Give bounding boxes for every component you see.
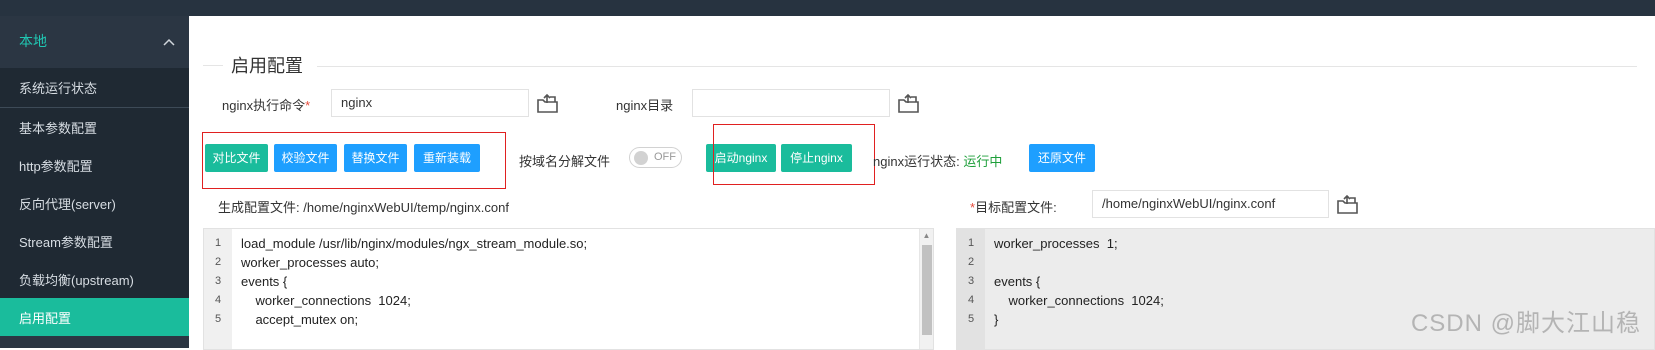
nginx-cmd-input[interactable]: nginx <box>331 89 529 117</box>
code-line: worker_processes auto; <box>232 253 933 272</box>
required-mark: * <box>305 98 310 113</box>
folder-upload-icon[interactable] <box>897 91 921 115</box>
restore-file-button[interactable]: 还原文件 <box>1029 144 1095 172</box>
toggle-knob <box>634 151 648 165</box>
code-line: accept_mutex on; <box>232 310 933 329</box>
folder-upload-icon[interactable] <box>1336 192 1360 216</box>
code-line: load_module /usr/lib/nginx/modules/ngx_s… <box>232 234 933 253</box>
divider <box>203 65 223 66</box>
line-number: 1 <box>957 234 985 253</box>
sidebar-item-label: Stream参数配置 <box>19 232 113 251</box>
sidebar-group-local[interactable]: 本地 <box>0 16 189 66</box>
sidebar-item-basic-params[interactable]: 基本参数配置 <box>0 108 189 146</box>
line-number-gutter: 1 2 3 4 5 <box>957 229 985 349</box>
section-legend: 启用配置 <box>203 52 303 78</box>
nginx-dir-input[interactable] <box>692 89 890 117</box>
sidebar-item-label: 反向代理(server) <box>19 194 116 213</box>
sidebar-item-label: 系统运行状态 <box>19 78 97 97</box>
code-line: events { <box>985 272 1654 291</box>
sidebar-item-apply-config[interactable]: 启用配置 <box>0 298 189 336</box>
sidebar-group-label: 本地 <box>19 31 47 51</box>
vertical-scrollbar[interactable]: ▲ <box>919 229 933 349</box>
line-number-gutter: 1 2 3 4 5 <box>204 229 232 349</box>
sidebar-item-reverse-proxy[interactable]: 反向代理(server) <box>0 184 189 222</box>
sidebar-item-label: 启用配置 <box>19 308 71 327</box>
watermark: CSDN @脚大江山稳 <box>1411 303 1641 338</box>
sidebar-item-label: 基本参数配置 <box>19 118 97 137</box>
sidebar-item-http-params[interactable]: http参数配置 <box>0 146 189 184</box>
sidebar-item-label: 负载均衡(upstream) <box>19 270 134 289</box>
sidebar-item-label: http参数配置 <box>19 156 93 175</box>
gen-file-path: /home/nginxWebUI/temp/nginx.conf <box>303 200 509 215</box>
line-number: 4 <box>957 291 985 310</box>
target-file-label: *目标配置文件: <box>970 197 1057 216</box>
nginx-cmd-label: nginx执行命令* <box>222 95 310 114</box>
line-number: 2 <box>204 253 232 272</box>
scrollbar-thumb[interactable] <box>922 245 932 335</box>
gen-file-label: 生成配置文件: <box>218 200 300 215</box>
scroll-up-icon[interactable]: ▲ <box>920 229 933 243</box>
divider <box>317 66 1637 67</box>
line-number: 5 <box>204 310 232 329</box>
folder-upload-icon[interactable] <box>536 91 560 115</box>
code-line: worker_connections 1024; <box>232 291 933 310</box>
chevron-up-icon <box>163 33 175 49</box>
page-title: 启用配置 <box>231 52 303 78</box>
gen-file-row: 生成配置文件: /home/nginxWebUI/temp/nginx.conf <box>218 197 509 216</box>
domain-split-label: 按域名分解文件 <box>519 151 610 170</box>
domain-split-toggle[interactable]: OFF <box>629 147 682 168</box>
nginx-dir-label: nginx目录 <box>616 95 673 114</box>
main-content: 启用配置 nginx执行命令* nginx nginx目录 对比文件 校验文件 … <box>189 16 1655 348</box>
top-bar <box>0 0 1655 16</box>
target-file-label-text: 目标配置文件: <box>975 200 1057 215</box>
code-area[interactable]: load_module /usr/lib/nginx/modules/ngx_s… <box>232 229 933 349</box>
line-number: 3 <box>204 272 232 291</box>
sidebar-item-system-status[interactable]: 系统运行状态 <box>0 68 189 108</box>
status-value: 运行中 <box>963 154 1002 169</box>
toggle-text: OFF <box>654 151 676 163</box>
generated-config-editor[interactable]: 1 2 3 4 5 load_module /usr/lib/nginx/mod… <box>203 228 934 350</box>
sidebar: 本地 系统运行状态 基本参数配置 http参数配置 反向代理(server) S… <box>0 16 189 348</box>
nginx-cmd-label-text: nginx执行命令 <box>222 98 305 113</box>
sidebar-item-upstream[interactable]: 负载均衡(upstream) <box>0 260 189 298</box>
sidebar-item-stream-params[interactable]: Stream参数配置 <box>0 222 189 260</box>
line-number: 5 <box>957 310 985 329</box>
highlight-box <box>202 132 506 189</box>
code-line <box>985 253 1654 272</box>
status-label: nginx运行状态: <box>873 154 960 169</box>
target-file-input[interactable]: /home/nginxWebUI/nginx.conf <box>1092 190 1329 218</box>
line-number: 1 <box>204 234 232 253</box>
line-number: 4 <box>204 291 232 310</box>
highlight-box <box>713 124 875 185</box>
code-line: worker_processes 1; <box>985 234 1654 253</box>
code-line: events { <box>232 272 933 291</box>
line-number: 3 <box>957 272 985 291</box>
line-number: 2 <box>957 253 985 272</box>
nginx-status: nginx运行状态: 运行中 <box>873 151 1002 170</box>
